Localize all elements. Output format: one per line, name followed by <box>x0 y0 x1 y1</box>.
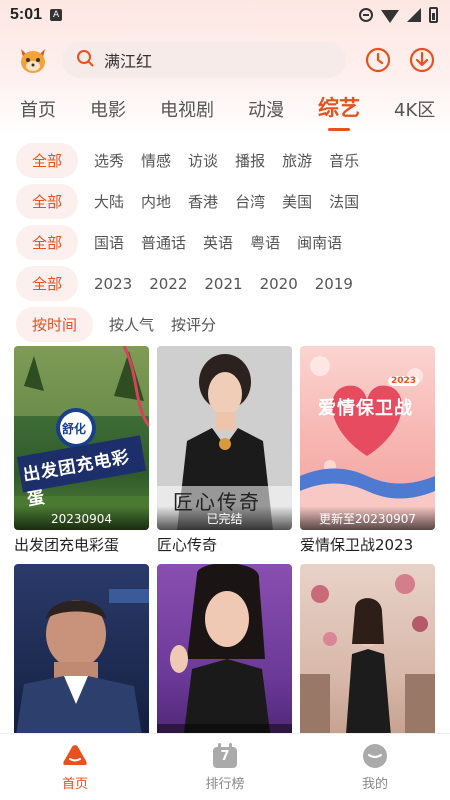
filter-chip[interactable]: 2022 <box>149 268 187 300</box>
filter-chip[interactable]: 国语 <box>94 225 124 260</box>
filter-chip[interactable]: 访谈 <box>188 143 218 178</box>
download-icon <box>409 47 435 73</box>
filter-chip[interactable]: 旅游 <box>282 143 312 178</box>
show-card[interactable]: 2023 爱情保卫战 更新至20230907 爱情保卫战2023 <box>300 346 435 556</box>
content-grid: 舒化 出发团充电彩蛋 20230904 出发团充电彩蛋 匠心传奇 已完结 匠心传… <box>14 346 438 774</box>
filter-chip[interactable]: 大陆 <box>94 184 124 219</box>
show-poster <box>157 564 292 748</box>
filter-panel: 全部 选秀 情感 访谈 播报 旅游 音乐 全部 大陆 内地 香港 台湾 美国 法… <box>0 140 450 345</box>
profile-icon <box>363 743 387 768</box>
poster-year-text: 2023 <box>388 376 420 386</box>
show-card[interactable]: 匠心传奇 已完结 匠心传奇 <box>157 346 292 556</box>
app-notification-icon: A <box>50 9 63 21</box>
search-placeholder: 满江红 <box>104 52 153 71</box>
show-poster: 匠心传奇 已完结 <box>157 346 292 530</box>
nav-home[interactable]: 首页 <box>15 743 135 792</box>
show-poster: 舒化 出发团充电彩蛋 20230904 <box>14 346 149 530</box>
tab-anime[interactable]: 动漫 <box>248 96 284 134</box>
home-icon <box>63 744 87 765</box>
filter-chip[interactable]: 全部 <box>16 266 79 301</box>
show-poster <box>14 564 149 748</box>
sort-chip[interactable]: 按评分 <box>171 307 216 342</box>
filter-row-region: 全部 大陆 内地 香港 台湾 美国 法国 <box>0 181 450 222</box>
filter-row-language: 全部 国语 普通话 英语 粤语 闽南语 <box>0 222 450 263</box>
filter-chip[interactable]: 2019 <box>315 268 353 300</box>
nav-ranking[interactable]: 7 排行榜 <box>165 742 285 792</box>
show-poster <box>300 564 435 748</box>
filter-chip[interactable]: 内地 <box>141 184 171 219</box>
filter-chip[interactable]: 法国 <box>329 184 359 219</box>
nav-profile[interactable]: 我的 <box>315 743 435 792</box>
tab-variety[interactable]: 综艺 <box>318 92 360 134</box>
app-logo-icon[interactable] <box>16 43 50 77</box>
filter-chip[interactable]: 2021 <box>204 268 242 300</box>
ranking-icon: 7 <box>211 742 239 769</box>
filter-chip[interactable]: 播报 <box>235 143 265 178</box>
filter-row-genre: 全部 选秀 情感 访谈 播报 旅游 音乐 <box>0 140 450 181</box>
filter-chip[interactable]: 香港 <box>188 184 218 219</box>
signal-icon <box>407 8 421 22</box>
filter-chip[interactable]: 台湾 <box>235 184 265 219</box>
show-title: 匠心传奇 <box>157 536 218 554</box>
poster-title-text: 爱情保卫战 <box>318 398 413 419</box>
nav-label: 排行榜 <box>205 776 245 792</box>
status-time: 5:01 <box>10 6 43 23</box>
filter-chip[interactable]: 2020 <box>260 268 298 300</box>
download-button[interactable] <box>406 44 438 76</box>
show-title: 出发团充电彩蛋 <box>14 536 120 554</box>
tab-home[interactable]: 首页 <box>20 96 56 134</box>
filter-chip[interactable]: 全部 <box>16 184 79 219</box>
nav-label: 首页 <box>61 776 88 792</box>
filter-chip[interactable]: 闽南语 <box>297 225 342 260</box>
search-bar[interactable]: 满江红 <box>62 42 346 78</box>
filter-row-sort: 按时间 按人气 按评分 <box>0 304 450 345</box>
sort-chip[interactable]: 按时间 <box>16 307 94 342</box>
wifi-icon <box>381 9 399 23</box>
history-button[interactable] <box>362 44 394 76</box>
sort-chip[interactable]: 按人气 <box>109 307 154 342</box>
filter-chip[interactable]: 全部 <box>16 143 79 178</box>
filter-chip[interactable]: 选秀 <box>94 143 124 178</box>
filter-chip[interactable]: 情感 <box>141 143 171 178</box>
status-bar: 5:01 A <box>0 0 450 30</box>
filter-row-year: 全部 2023 2022 2021 2020 2019 <box>0 263 450 304</box>
filter-chip[interactable]: 美国 <box>282 184 312 219</box>
show-card[interactable]: 舒化 出发团充电彩蛋 20230904 出发团充电彩蛋 <box>14 346 149 556</box>
filter-chip[interactable]: 普通话 <box>141 225 186 260</box>
show-poster: 2023 爱情保卫战 更新至20230907 <box>300 346 435 530</box>
filter-chip[interactable]: 英语 <box>203 225 233 260</box>
dnd-icon <box>359 8 373 22</box>
tab-4k[interactable]: 4K区 <box>394 96 435 134</box>
filter-chip[interactable]: 音乐 <box>329 143 359 178</box>
history-clock-icon <box>365 47 391 73</box>
episode-badge: 更新至20230907 <box>300 506 435 530</box>
category-tabs: 首页 电影 电视剧 动漫 综艺 4K区 <box>0 90 450 134</box>
show-title: 爱情保卫战2023 <box>300 536 414 554</box>
poster-logo-text: 舒化 <box>62 422 87 436</box>
episode-badge: 20230904 <box>14 506 149 530</box>
episode-badge: 已完结 <box>157 506 292 530</box>
nav-label: 我的 <box>361 776 388 792</box>
tab-movies[interactable]: 电影 <box>90 96 126 134</box>
filter-chip[interactable]: 全部 <box>16 225 79 260</box>
filter-chip[interactable]: 粤语 <box>250 225 280 260</box>
search-icon <box>76 49 94 71</box>
bottom-nav: 首页 7 排行榜 我的 <box>0 734 450 800</box>
filter-chip[interactable]: 2023 <box>94 268 132 300</box>
battery-icon <box>429 7 438 23</box>
tab-tv-series[interactable]: 电视剧 <box>160 96 214 134</box>
app-header: 满江红 <box>0 30 450 90</box>
